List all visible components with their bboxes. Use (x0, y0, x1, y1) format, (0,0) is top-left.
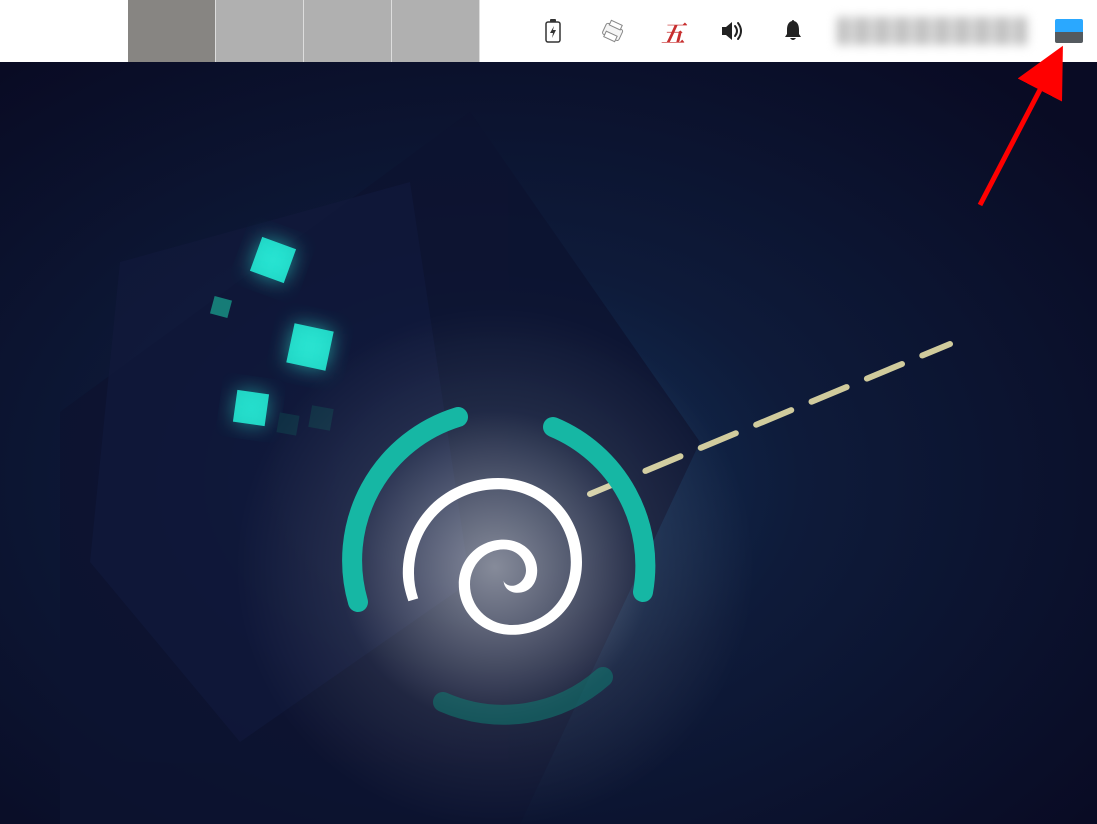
top-panel: 五 (0, 0, 1097, 62)
system-tray: 五 (537, 15, 1097, 47)
show-desktop-button[interactable] (1055, 19, 1083, 43)
workspace-2[interactable] (216, 0, 304, 62)
desktop[interactable] (0, 62, 1097, 824)
printer-icon[interactable] (597, 15, 629, 47)
clock-text (837, 17, 1027, 45)
panel-left-gap (0, 0, 128, 62)
ime-label: 五 (661, 14, 685, 49)
clock[interactable] (837, 17, 1027, 45)
battery-icon[interactable] (537, 15, 569, 47)
bell-icon[interactable] (777, 15, 809, 47)
workspace-3[interactable] (304, 0, 392, 62)
workspace-1[interactable] (128, 0, 216, 62)
ime-indicator[interactable]: 五 (657, 15, 689, 47)
workspace-4[interactable] (392, 0, 480, 62)
wallpaper-debian (0, 62, 1097, 824)
volume-icon[interactable] (717, 15, 749, 47)
workspace-switcher[interactable] (128, 0, 480, 62)
